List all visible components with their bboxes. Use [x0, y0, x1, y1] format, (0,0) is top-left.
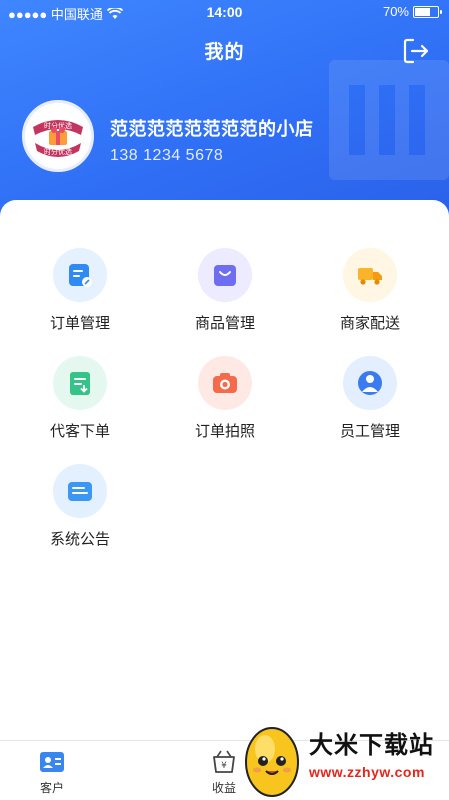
battery-fill	[415, 7, 430, 16]
menu-item-delivery[interactable]: 商家配送	[295, 248, 445, 348]
menu-item-label: 订单拍照	[194, 423, 255, 440]
battery-icon	[413, 5, 442, 18]
proxy-order-icon	[53, 356, 107, 410]
status-time: 14:00	[206, 4, 243, 20]
status-bar: ●●●●● 中国联通 14:00 70%	[0, 0, 449, 24]
staff-icon	[343, 356, 397, 410]
menu-item-label: 系统公告	[49, 531, 110, 548]
battery-percent: 70%	[382, 4, 409, 19]
shop-phone: 138 1234 5678	[110, 147, 224, 164]
watermark-title: 大米下载站	[309, 732, 434, 759]
income-basket-icon: ¥	[213, 750, 235, 773]
tab-label: 客户	[39, 781, 64, 795]
shop-avatar[interactable]: 时分优选 时分优选	[22, 100, 94, 172]
menu-item-label: 员工管理	[339, 423, 400, 440]
battery-group: 70%	[382, 4, 442, 19]
avatar-text-bottom: 时分优选	[44, 147, 72, 156]
menu-item-label: 代客下单	[49, 423, 110, 440]
menu-item-product-manage[interactable]: 商品管理	[150, 248, 300, 348]
menu-item-order-photo[interactable]: 订单拍照	[150, 356, 300, 456]
announcement-icon	[53, 464, 107, 518]
delivery-truck-icon	[343, 248, 397, 302]
camera-icon	[198, 356, 252, 410]
tab-customer[interactable]: 客户	[2, 741, 102, 800]
menu-item-announcement[interactable]: 系统公告	[5, 464, 155, 564]
menu-item-proxy-order[interactable]: 代客下单	[5, 356, 155, 456]
page-title: 我的	[204, 42, 245, 63]
menu-item-label: 商家配送	[339, 315, 400, 332]
avatar-text-top: 时分优选	[44, 121, 72, 130]
menu-item-label: 订单管理	[49, 315, 110, 332]
watermark: 大米下载站 www.zzhyw.com	[239, 715, 449, 800]
watermark-url: www.zzhyw.com	[309, 764, 425, 780]
customer-card-icon	[40, 752, 64, 772]
menu-card: 订单管理 商品管理 商家配送 代客下单 订单拍照 员工管理 系统公告	[0, 200, 449, 740]
logout-button[interactable]	[401, 36, 431, 66]
mascot-egg-icon	[245, 727, 299, 797]
shop-logo-icon: 时分优选 时分优选	[25, 103, 91, 169]
shop-name: 范范范范范范范范的小店	[110, 119, 314, 139]
product-manage-icon	[198, 248, 252, 302]
svg-text:¥: ¥	[221, 761, 227, 771]
menu-item-staff[interactable]: 员工管理	[295, 356, 445, 456]
menu-item-label: 商品管理	[194, 315, 255, 332]
logout-icon	[403, 38, 429, 64]
menu-item-order-manage[interactable]: 订单管理	[5, 248, 155, 348]
order-manage-icon	[53, 248, 107, 302]
